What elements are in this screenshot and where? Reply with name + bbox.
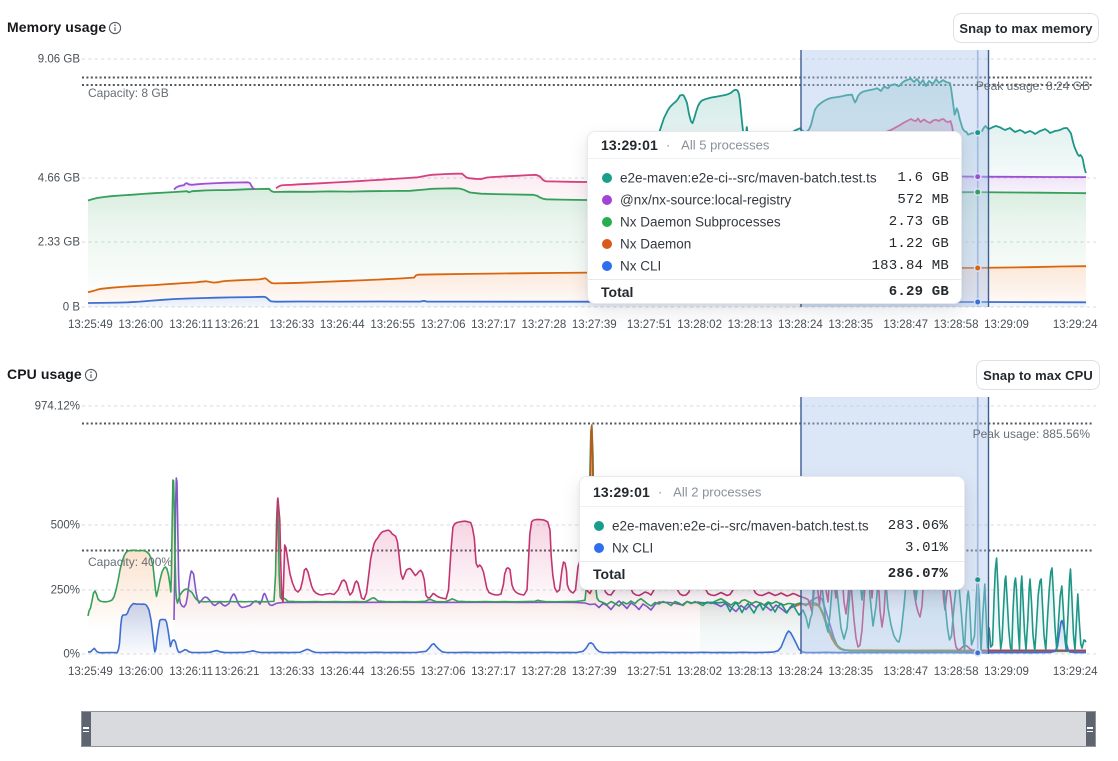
- svg-text:Capacity: 400%: Capacity: 400%: [88, 555, 172, 569]
- svg-text:13:26:21: 13:26:21: [215, 666, 260, 678]
- svg-text:13:29:24: 13:29:24: [1053, 666, 1098, 678]
- svg-text:13:28:47: 13:28:47: [883, 319, 928, 331]
- svg-text:0%: 0%: [63, 649, 80, 661]
- svg-text:13:27:06: 13:27:06: [421, 319, 466, 331]
- svg-text:13:28:35: 13:28:35: [828, 666, 873, 678]
- svg-text:9.06 GB: 9.06 GB: [38, 54, 81, 66]
- svg-text:13:27:17: 13:27:17: [471, 666, 516, 678]
- svg-text:13:26:00: 13:26:00: [118, 666, 163, 678]
- svg-text:974.12%: 974.12%: [35, 401, 80, 413]
- svg-text:250%: 250%: [51, 585, 80, 597]
- svg-text:13:28:02: 13:28:02: [677, 319, 722, 331]
- svg-text:Peak usage: 8.24 GB: Peak usage: 8.24 GB: [976, 79, 1090, 93]
- svg-text:13:28:58: 13:28:58: [934, 666, 979, 678]
- svg-text:13:26:55: 13:26:55: [370, 319, 415, 331]
- svg-text:13:26:21: 13:26:21: [215, 319, 260, 331]
- svg-text:13:25:49: 13:25:49: [68, 666, 113, 678]
- svg-text:13:25:49: 13:25:49: [68, 319, 113, 331]
- svg-text:13:26:11: 13:26:11: [169, 666, 213, 678]
- svg-text:13:27:06: 13:27:06: [421, 666, 466, 678]
- svg-text:0 B: 0 B: [63, 302, 81, 314]
- svg-text:13:29:09: 13:29:09: [984, 666, 1029, 678]
- svg-text:13:26:00: 13:26:00: [118, 319, 163, 331]
- svg-text:13:29:24: 13:29:24: [1053, 319, 1098, 331]
- svg-text:13:28:13: 13:28:13: [728, 319, 773, 331]
- svg-text:13:27:28: 13:27:28: [522, 666, 567, 678]
- svg-text:13:26:55: 13:26:55: [370, 666, 415, 678]
- svg-text:13:28:13: 13:28:13: [728, 666, 773, 678]
- svg-text:13:29:09: 13:29:09: [984, 319, 1029, 331]
- svg-text:13:26:11: 13:26:11: [169, 319, 213, 331]
- svg-text:13:27:51: 13:27:51: [627, 319, 672, 331]
- svg-text:13:26:33: 13:26:33: [270, 319, 315, 331]
- svg-text:13:28:24: 13:28:24: [778, 666, 823, 678]
- svg-text:13:26:33: 13:26:33: [270, 666, 315, 678]
- svg-text:13:26:44: 13:26:44: [320, 666, 365, 678]
- svg-text:500%: 500%: [51, 520, 80, 532]
- svg-text:13:26:44: 13:26:44: [320, 319, 365, 331]
- svg-text:13:27:51: 13:27:51: [627, 666, 672, 678]
- svg-text:13:27:39: 13:27:39: [572, 319, 617, 331]
- svg-text:13:27:28: 13:27:28: [522, 319, 567, 331]
- svg-text:13:28:47: 13:28:47: [883, 666, 928, 678]
- svg-text:13:28:35: 13:28:35: [828, 319, 873, 331]
- svg-text:13:28:58: 13:28:58: [934, 319, 979, 331]
- svg-text:13:27:39: 13:27:39: [572, 666, 617, 678]
- svg-text:13:27:17: 13:27:17: [471, 319, 516, 331]
- svg-text:4.66 GB: 4.66 GB: [38, 173, 81, 185]
- svg-text:Peak usage: 885.56%: Peak usage: 885.56%: [973, 427, 1091, 441]
- svg-text:Capacity: 8 GB: Capacity: 8 GB: [88, 86, 169, 100]
- svg-text:13:28:24: 13:28:24: [778, 319, 823, 331]
- svg-text:2.33 GB: 2.33 GB: [38, 237, 81, 249]
- svg-text:13:28:02: 13:28:02: [677, 666, 722, 678]
